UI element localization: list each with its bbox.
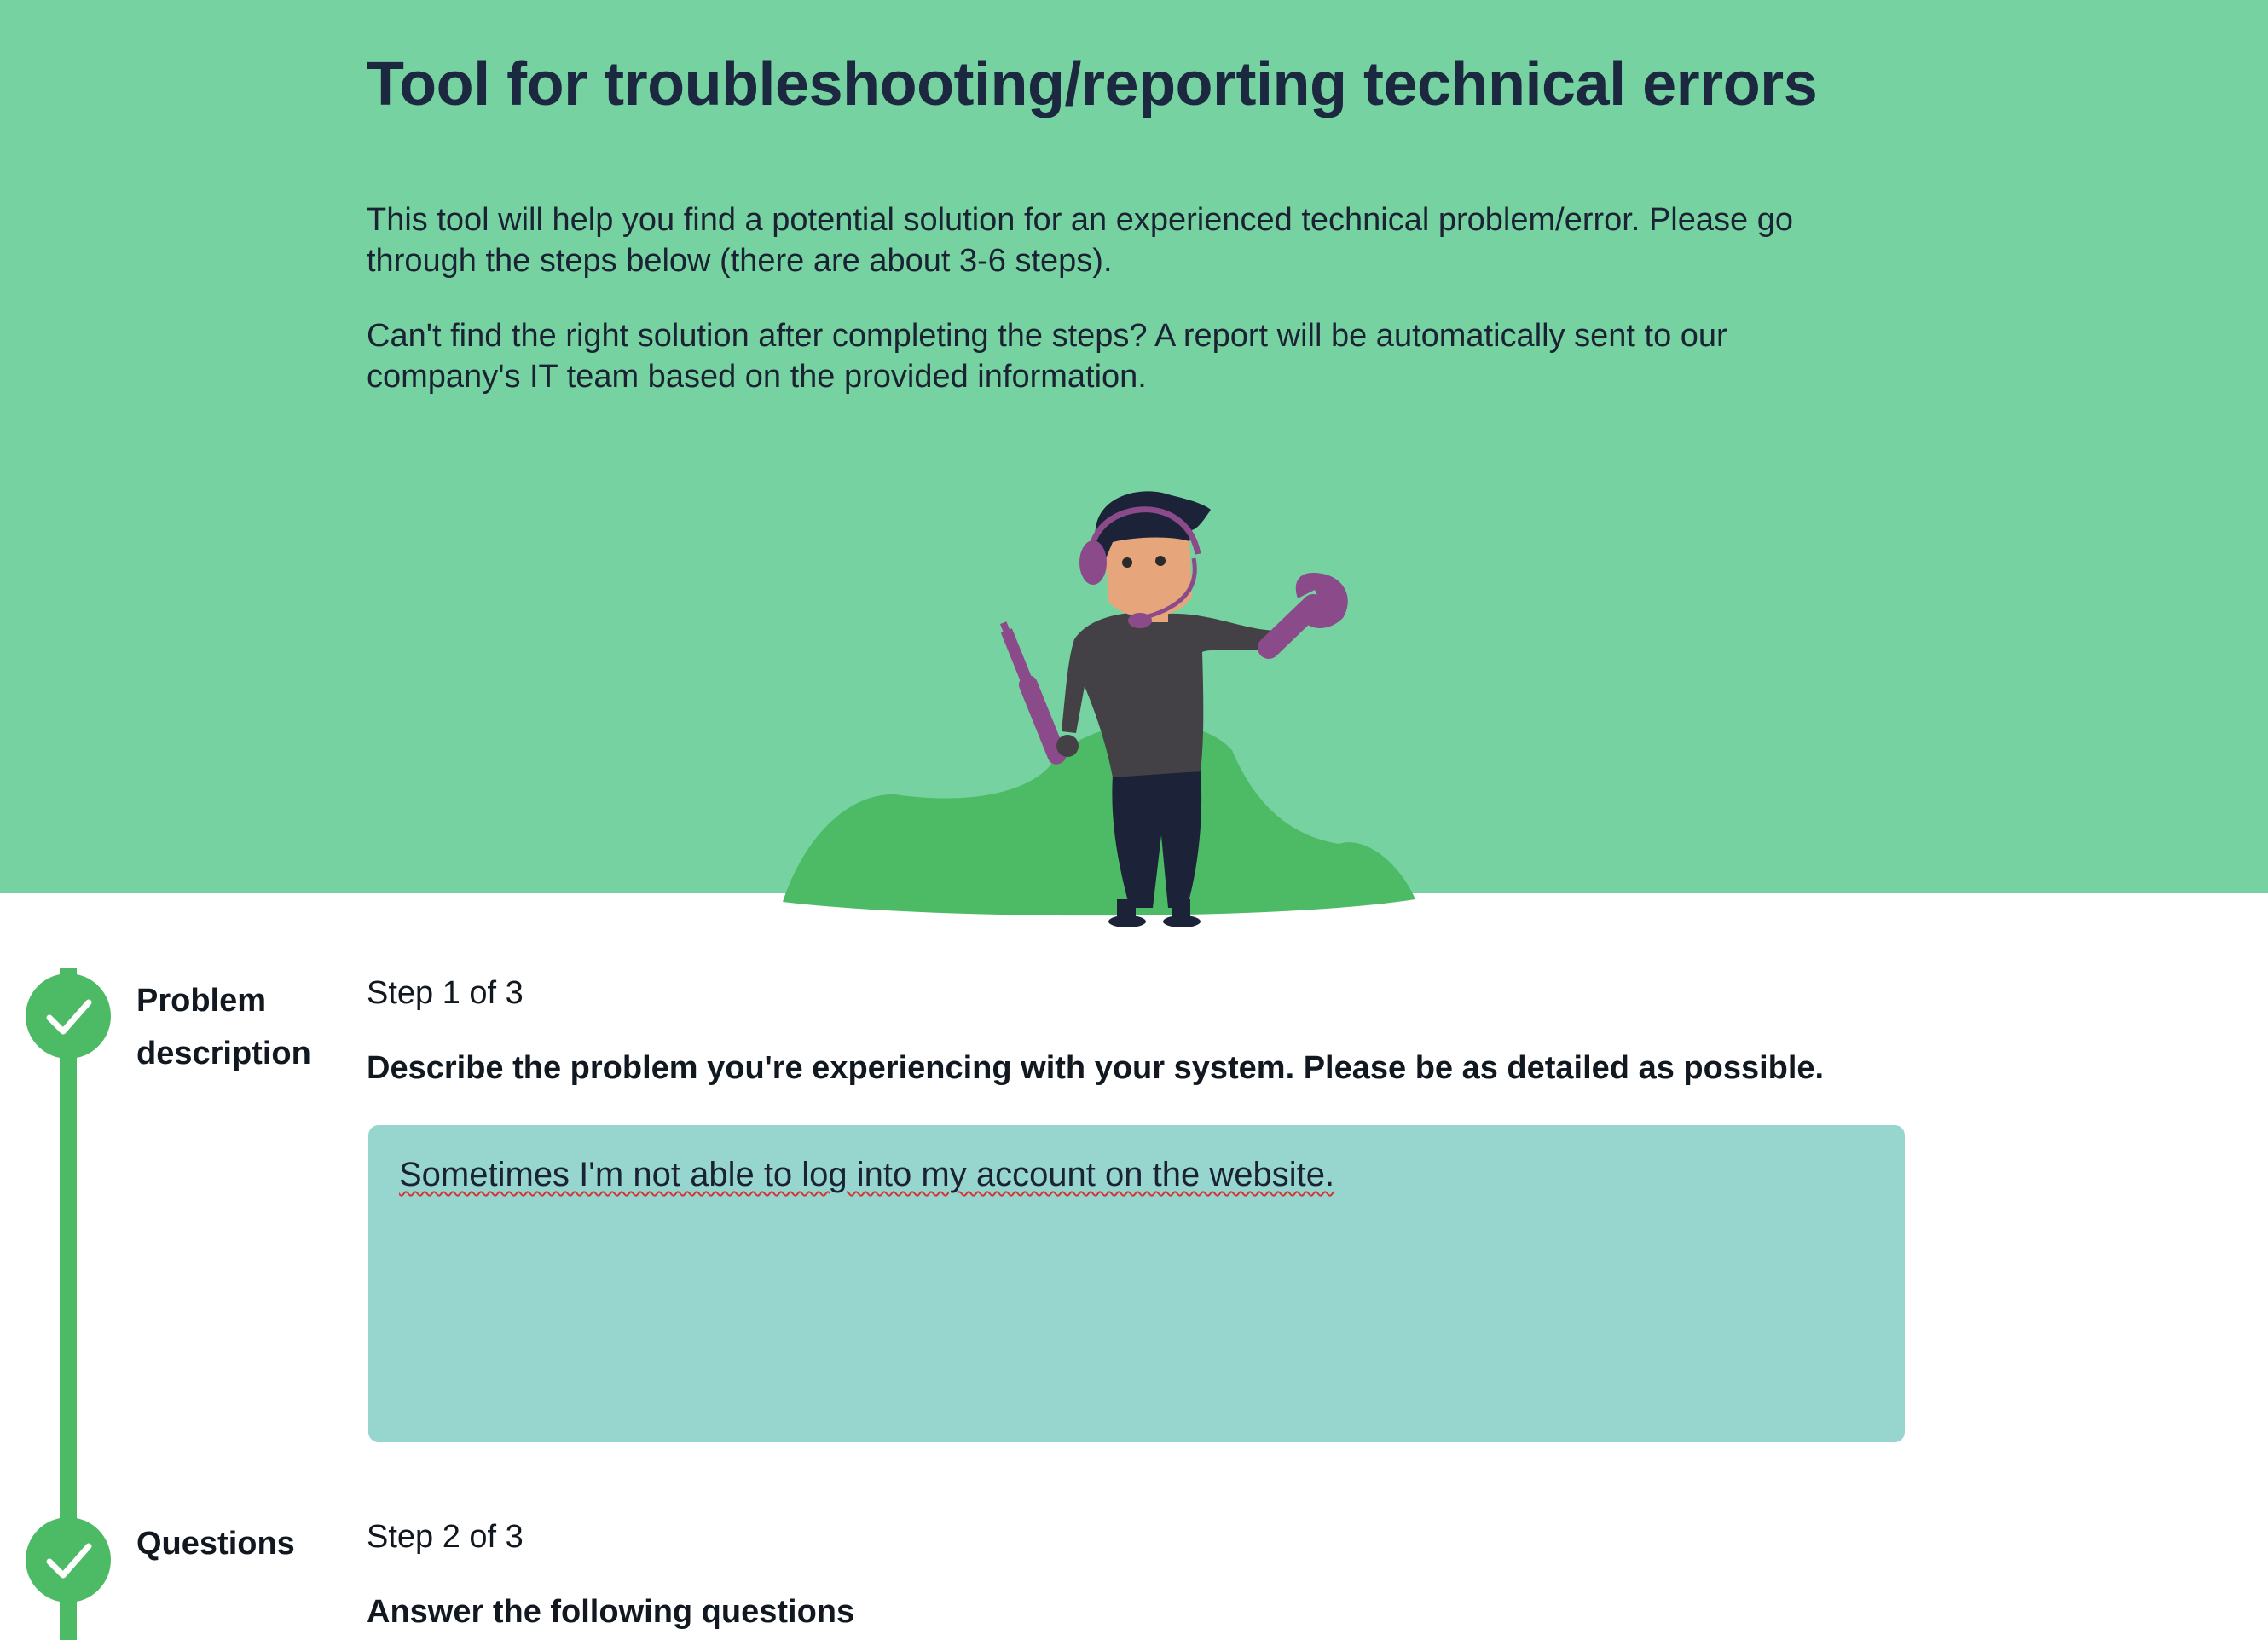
checkmark-icon xyxy=(46,1543,92,1579)
hill-shape xyxy=(783,722,1415,916)
report-info-paragraph: Can't find the right solution after comp… xyxy=(367,318,1727,395)
step-2-name[interactable]: Questions xyxy=(136,1517,295,1570)
step-1-count: Step 1 of 3 xyxy=(367,975,524,1011)
step-2-count: Step 2 of 3 xyxy=(367,1519,524,1555)
problem-description-textarea[interactable]: Sometimes I'm not able to log into my ac… xyxy=(368,1125,1905,1442)
step-1-complete-badge xyxy=(26,973,111,1059)
step-2-question: Answer the following questions xyxy=(367,1594,855,1630)
wrench-icon xyxy=(1258,573,1348,659)
step-1-question: Describe the problem you're experiencing… xyxy=(367,1050,1825,1086)
technician-illustration xyxy=(783,491,1415,927)
face xyxy=(1104,537,1192,617)
page-title: Tool for troubleshooting/reporting techn… xyxy=(367,50,1818,118)
step-2-complete-badge xyxy=(26,1517,111,1602)
intro-paragraph: This tool will help you find a potential… xyxy=(367,202,1793,279)
step-1-name[interactable]: Problem description xyxy=(136,974,333,1080)
checkmark-icon xyxy=(46,999,92,1035)
answer-text: Sometimes I'm not able to log into my ac… xyxy=(399,1156,1335,1193)
